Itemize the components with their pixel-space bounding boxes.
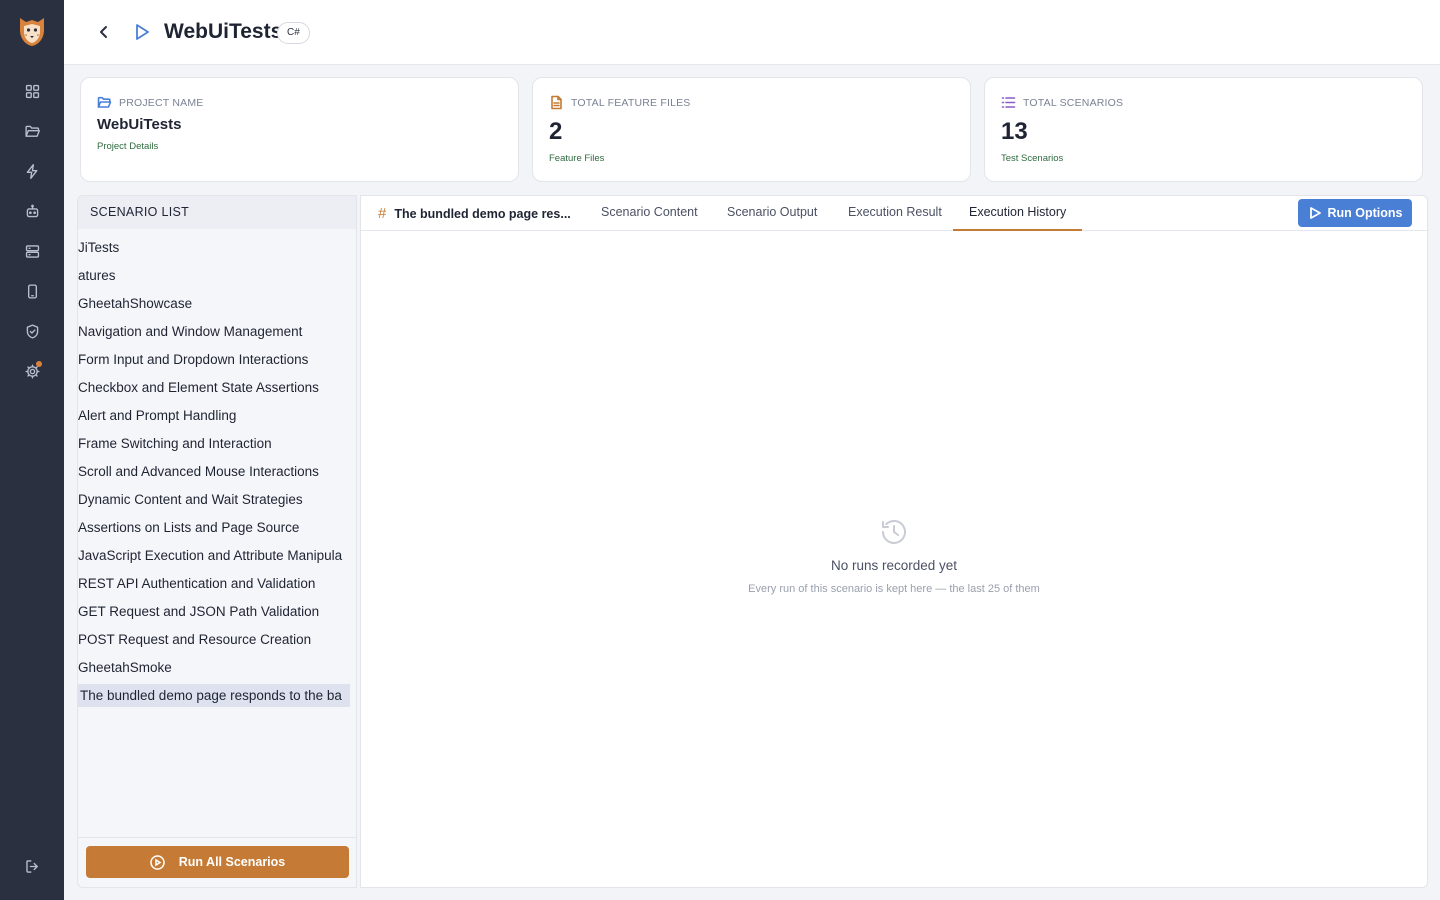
card-label: TOTAL FEATURE FILES: [571, 97, 691, 109]
project-details-link[interactable]: Project Details: [97, 141, 158, 152]
card-label: PROJECT NAME: [119, 97, 204, 109]
shield-icon[interactable]: [22, 321, 42, 341]
project-name-card: PROJECT NAME WebUiTests Project Details: [80, 77, 519, 182]
scenario-list-item[interactable]: Alert and Prompt Handling: [78, 404, 350, 427]
scenario-list-item[interactable]: The bundled demo page responds to the ba: [78, 684, 350, 707]
dashboard-icon[interactable]: [22, 81, 42, 101]
document-icon: [549, 95, 564, 110]
card-value: WebUiTests: [97, 116, 182, 133]
tab-scenario-output[interactable]: Scenario Output: [711, 196, 833, 231]
run-all-label: Run All Scenarios: [178, 855, 286, 869]
card-subtitle: Test Scenarios: [1001, 153, 1064, 164]
hash-icon: #: [378, 205, 387, 222]
run-all-scenarios-button[interactable]: Run All Scenarios: [86, 846, 349, 878]
list-icon: [1001, 95, 1016, 110]
language-badge: C#: [277, 22, 310, 44]
scenario-title: The bundled demo page res...: [394, 206, 571, 221]
server-icon[interactable]: [22, 241, 42, 261]
scenario-list-item[interactable]: REST API Authentication and Validation: [78, 572, 350, 595]
scenario-list-item[interactable]: Scroll and Advanced Mouse Interactions: [78, 460, 350, 483]
lightning-icon[interactable]: [22, 161, 42, 181]
play-icon: [132, 22, 152, 42]
empty-history-state: No runs recorded yet Every run of this s…: [361, 516, 1427, 595]
card-value: 13: [1001, 118, 1028, 145]
card-subtitle: Feature Files: [549, 153, 605, 164]
empty-title: No runs recorded yet: [830, 558, 958, 573]
scenarios-card: TOTAL SCENARIOS 13 Test Scenarios: [984, 77, 1423, 182]
main-panel: # The bundled demo page res... Scenario …: [360, 195, 1428, 888]
scenario-list[interactable]: JiTests atures GheetahShowcase Navigation a…: [78, 236, 350, 836]
folder-icon[interactable]: [22, 121, 42, 141]
tab-execution-history[interactable]: Execution History: [953, 196, 1083, 231]
card-value: 2: [549, 118, 563, 145]
logout-icon[interactable]: [22, 856, 42, 876]
sidebar: [0, 0, 64, 900]
back-arrow-icon[interactable]: [94, 22, 114, 42]
page-title: WebUiTests: [164, 20, 283, 43]
scenario-list-item[interactable]: Navigation and Window Management: [78, 320, 350, 343]
scenario-list-item[interactable]: GheetahSmoke: [78, 656, 350, 679]
scenario-list-item[interactable]: GheetahShowcase: [78, 292, 350, 315]
scenario-list-header: SCENARIO LIST: [78, 196, 356, 229]
scenario-list-item[interactable]: Dynamic Content and Wait Strategies: [78, 488, 350, 511]
scenario-list-item[interactable]: Assertions on Lists and Page Source: [78, 516, 350, 539]
top-header: WebUiTests C#: [64, 0, 1440, 65]
play-icon: [1309, 207, 1321, 219]
settings-icon[interactable]: [22, 361, 42, 381]
card-label: TOTAL SCENARIOS: [1023, 97, 1124, 109]
scenario-list-item[interactable]: Frame Switching and Interaction: [78, 432, 350, 455]
cheetah-logo-icon[interactable]: [16, 14, 48, 48]
empty-subtitle: Every run of this scenario is kept here …: [748, 583, 1040, 595]
scenario-list-item[interactable]: Form Input and Dropdown Interactions: [78, 348, 350, 371]
tab-scenario-content[interactable]: Scenario Content: [585, 196, 714, 231]
feature-files-card: TOTAL FEATURE FILES 2 Feature Files: [532, 77, 971, 182]
run-options-label: Run Options: [1327, 206, 1403, 220]
scenario-list-panel: SCENARIO LIST JiTests atures GheetahShowca…: [77, 195, 357, 888]
scenario-title-tab[interactable]: # The bundled demo page res...: [378, 205, 571, 222]
notification-dot: [36, 361, 42, 367]
folder-open-icon: [97, 95, 112, 110]
scenario-list-item[interactable]: GET Request and JSON Path Validation: [78, 600, 350, 623]
scenario-list-item[interactable]: atures: [78, 264, 350, 287]
robot-icon[interactable]: [22, 201, 42, 221]
scenario-list-item[interactable]: Checkbox and Element State Assertions: [78, 376, 350, 399]
play-circle-icon: [149, 854, 165, 870]
scenario-list-item[interactable]: POST Request and Resource Creation: [78, 628, 350, 651]
history-icon: [878, 516, 910, 548]
scenario-list-item[interactable]: JiTests: [78, 236, 350, 259]
tab-bar: # The bundled demo page res... Scenario …: [361, 196, 1427, 231]
scenario-list-item[interactable]: JavaScript Execution and Attribute Manip…: [78, 544, 350, 567]
mobile-icon[interactable]: [22, 281, 42, 301]
scenario-list-footer: Run All Scenarios: [78, 837, 356, 887]
tab-execution-result[interactable]: Execution Result: [832, 196, 958, 231]
run-options-button[interactable]: Run Options: [1298, 199, 1412, 227]
